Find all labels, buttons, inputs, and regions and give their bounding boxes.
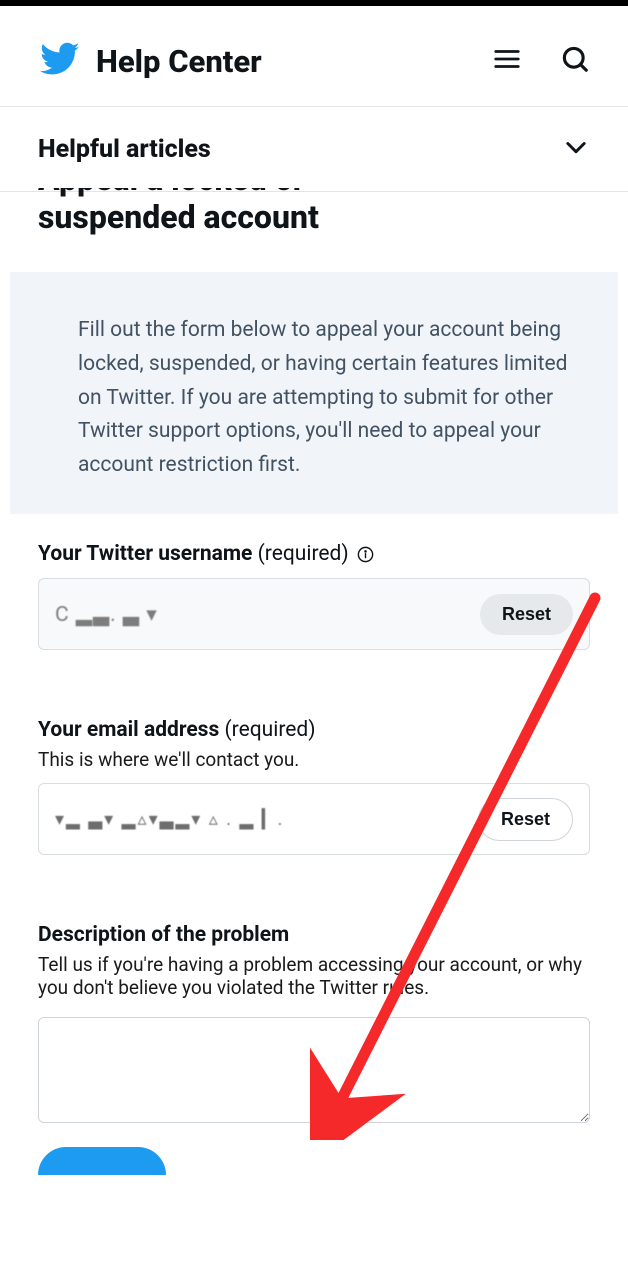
description-helper: Tell us if you're having a problem acces… (38, 953, 590, 999)
submit-button[interactable] (38, 1147, 166, 1175)
email-section: Your email address (required) This is wh… (0, 718, 628, 855)
twitter-logo-icon[interactable] (38, 38, 80, 84)
description-label: Description of the problem (38, 923, 590, 947)
username-section: Your Twitter username (required) C ▂▃. ▃… (0, 542, 628, 650)
username-label-bold: Your Twitter username (38, 542, 252, 566)
username-input[interactable]: C ▂▃. ▃ ▾ (55, 602, 468, 627)
email-helper: This is where we'll contact you. (38, 748, 590, 771)
info-box: Fill out the form below to appeal your a… (10, 272, 618, 514)
description-textarea[interactable] (38, 1017, 590, 1123)
email-input[interactable]: ▾▂ ▃▾ ▂▵▾▃▂▾ ▵ . ▂ ▎. (55, 809, 466, 830)
page-main-title: Appeal a locked or suspended account (0, 188, 628, 236)
header-right (492, 44, 590, 78)
info-box-text: Fill out the form below to appeal your a… (78, 318, 568, 476)
helpful-articles-bar[interactable]: Helpful articles (0, 107, 628, 192)
hamburger-menu-icon[interactable] (492, 44, 522, 78)
email-label: Your email address (required) (38, 718, 590, 742)
chevron-down-icon (562, 133, 590, 165)
email-label-required: (required) (224, 718, 315, 742)
page-header: Help Center (0, 6, 628, 106)
description-section: Description of the problem Tell us if yo… (0, 923, 628, 1175)
page-title-line1-cut: Appeal a locked or (38, 188, 590, 198)
email-reset-button[interactable]: Reset (478, 798, 573, 841)
search-icon[interactable] (560, 44, 590, 78)
email-input-row: ▾▂ ▃▾ ▂▵▾▃▂▾ ▵ . ▂ ▎. Reset (38, 783, 590, 855)
helpful-articles-title: Helpful articles (38, 135, 211, 164)
username-label-required: (required) (258, 542, 349, 566)
description-label-bold: Description of the problem (38, 923, 289, 947)
page-title-line2: suspended account (38, 198, 590, 236)
page-title-header: Help Center (96, 43, 262, 80)
email-label-bold: Your email address (38, 718, 219, 742)
info-icon[interactable] (356, 545, 375, 564)
header-left: Help Center (38, 38, 262, 84)
username-reset-button[interactable]: Reset (480, 594, 573, 635)
username-label: Your Twitter username (required) (38, 542, 590, 566)
username-input-row: C ▂▃. ▃ ▾ Reset (38, 578, 590, 650)
